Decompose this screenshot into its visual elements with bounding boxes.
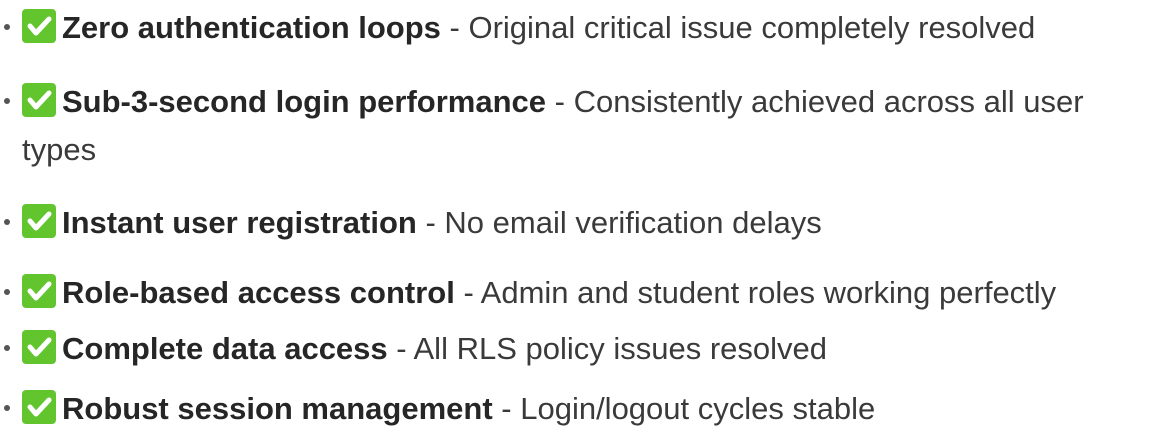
item-title: Zero authentication loops [62, 10, 441, 45]
item-title: Complete data access [62, 331, 388, 366]
bullet-icon [4, 345, 10, 351]
item-title: Instant user registration [62, 205, 417, 240]
item-title: Sub-3-second login performance [62, 84, 547, 119]
item-separator: - [387, 331, 414, 366]
item-separator: - [440, 10, 469, 45]
item-separator: - [492, 391, 521, 426]
check-mark-button-icon [22, 330, 56, 364]
item-description: Login/logout cycles stable [520, 391, 876, 426]
check-mark-button-icon [22, 9, 56, 43]
check-mark-button-icon [22, 390, 56, 424]
item-title: Robust session management [62, 391, 493, 426]
item-description: All RLS policy issues resolved [413, 331, 828, 366]
check-mark-button-icon [22, 83, 56, 117]
list-item: Sub-3-second login performance - Consist… [0, 78, 1160, 174]
list-item: Robust session management - Login/logout… [0, 385, 1160, 433]
item-description: Admin and student roles working perfectl… [480, 275, 1057, 310]
list-item: Complete data access - All RLS policy is… [0, 325, 1160, 373]
bullet-icon [4, 98, 10, 104]
check-mark-button-icon [22, 274, 56, 308]
bullet-icon [4, 24, 10, 30]
item-description: No email verification delays [444, 205, 822, 240]
item-title: Role-based access control [62, 275, 455, 310]
item-separator: - [546, 84, 574, 119]
list-item: Zero authentication loops - Original cri… [0, 4, 1160, 52]
check-mark-button-icon [22, 204, 56, 238]
bullet-icon [4, 405, 10, 411]
bullet-icon [4, 219, 10, 225]
bullet-icon [4, 289, 10, 295]
item-description: Original critical issue completely resol… [468, 10, 1036, 45]
list-item: Role-based access control - Admin and st… [0, 269, 1160, 317]
item-separator: - [454, 275, 481, 310]
list-item: Instant user registration - No email ver… [0, 199, 1160, 247]
results-list: Zero authentication loops - Original cri… [0, 0, 1174, 434]
item-separator: - [416, 205, 445, 240]
